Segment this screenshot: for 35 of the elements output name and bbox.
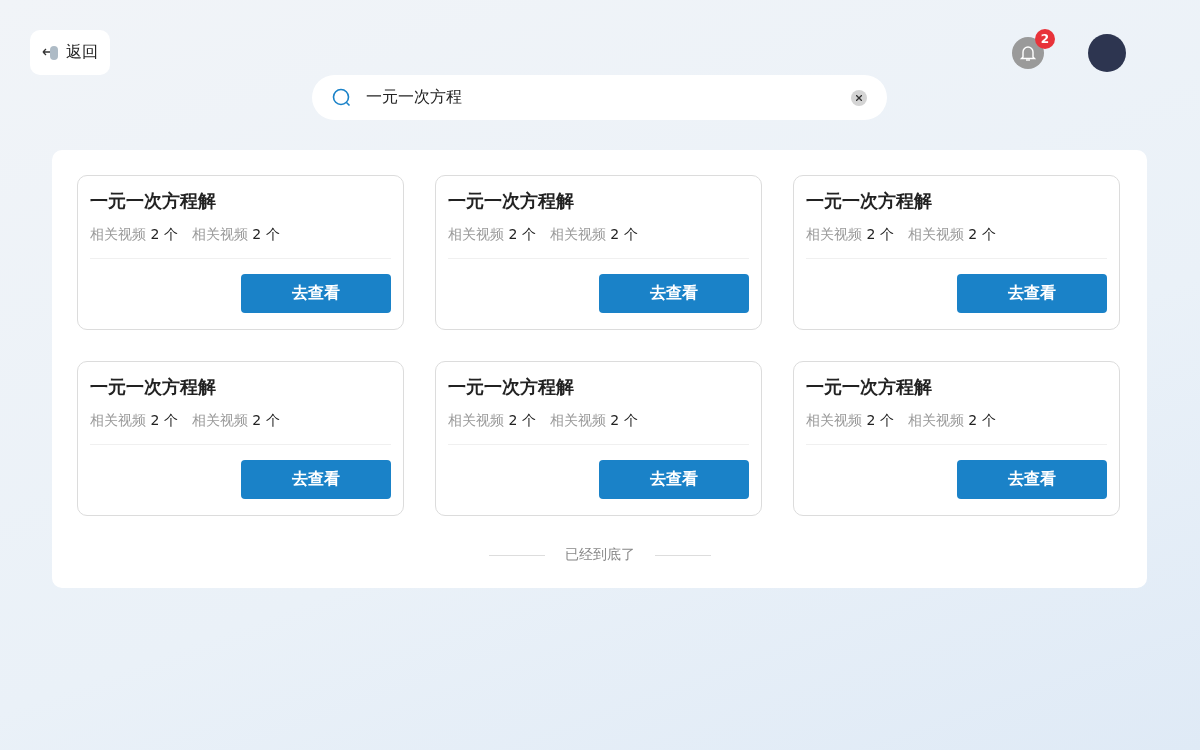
- bell-icon: [1019, 43, 1037, 62]
- search-icon: [332, 87, 352, 108]
- video-count: 相关视频 2 个: [90, 226, 178, 244]
- back-button[interactable]: 返回: [30, 30, 110, 75]
- back-arrow-icon: [42, 43, 60, 62]
- video-count: 相关视频 2 个: [907, 412, 996, 430]
- video-count: 相关视频 2 个: [549, 226, 638, 244]
- notification-badge: 2: [1035, 28, 1055, 49]
- video-count: 相关视频 2 个: [806, 226, 894, 244]
- view-button[interactable]: 去查看: [599, 274, 749, 313]
- video-count: 相关视频 2 个: [907, 226, 996, 244]
- video-count: 相关视频 2 个: [549, 412, 638, 430]
- video-count: 相关视频 2 个: [191, 412, 280, 430]
- view-button[interactable]: 去查看: [241, 274, 391, 313]
- view-button[interactable]: 去查看: [957, 274, 1107, 313]
- view-button[interactable]: 去查看: [957, 460, 1107, 499]
- avatar[interactable]: [1088, 33, 1126, 72]
- video-count: 相关视频 2 个: [806, 412, 894, 430]
- search-bar[interactable]: 一元一次方程: [312, 75, 887, 120]
- clear-button[interactable]: [851, 89, 867, 106]
- card-title: 一元一次方程解: [448, 375, 575, 399]
- card-title: 一元一次方程解: [90, 189, 217, 213]
- card-title: 一元一次方程解: [806, 189, 933, 213]
- card-title: 一元一次方程解: [90, 375, 217, 399]
- video-count: 相关视频 2 个: [448, 412, 536, 430]
- view-button[interactable]: 去查看: [241, 460, 391, 499]
- search-field[interactable]: 一元一次方程: [364, 87, 839, 108]
- video-count: 相关视频 2 个: [90, 412, 178, 430]
- close-icon: [856, 94, 862, 101]
- end-of-list-text: 已经到底了: [564, 546, 635, 564]
- card-title: 一元一次方程解: [448, 189, 575, 213]
- card-title: 一元一次方程解: [806, 375, 933, 399]
- video-count: 相关视频 2 个: [191, 226, 280, 244]
- view-button[interactable]: 去查看: [599, 460, 749, 499]
- video-count: 相关视频 2 个: [448, 226, 536, 244]
